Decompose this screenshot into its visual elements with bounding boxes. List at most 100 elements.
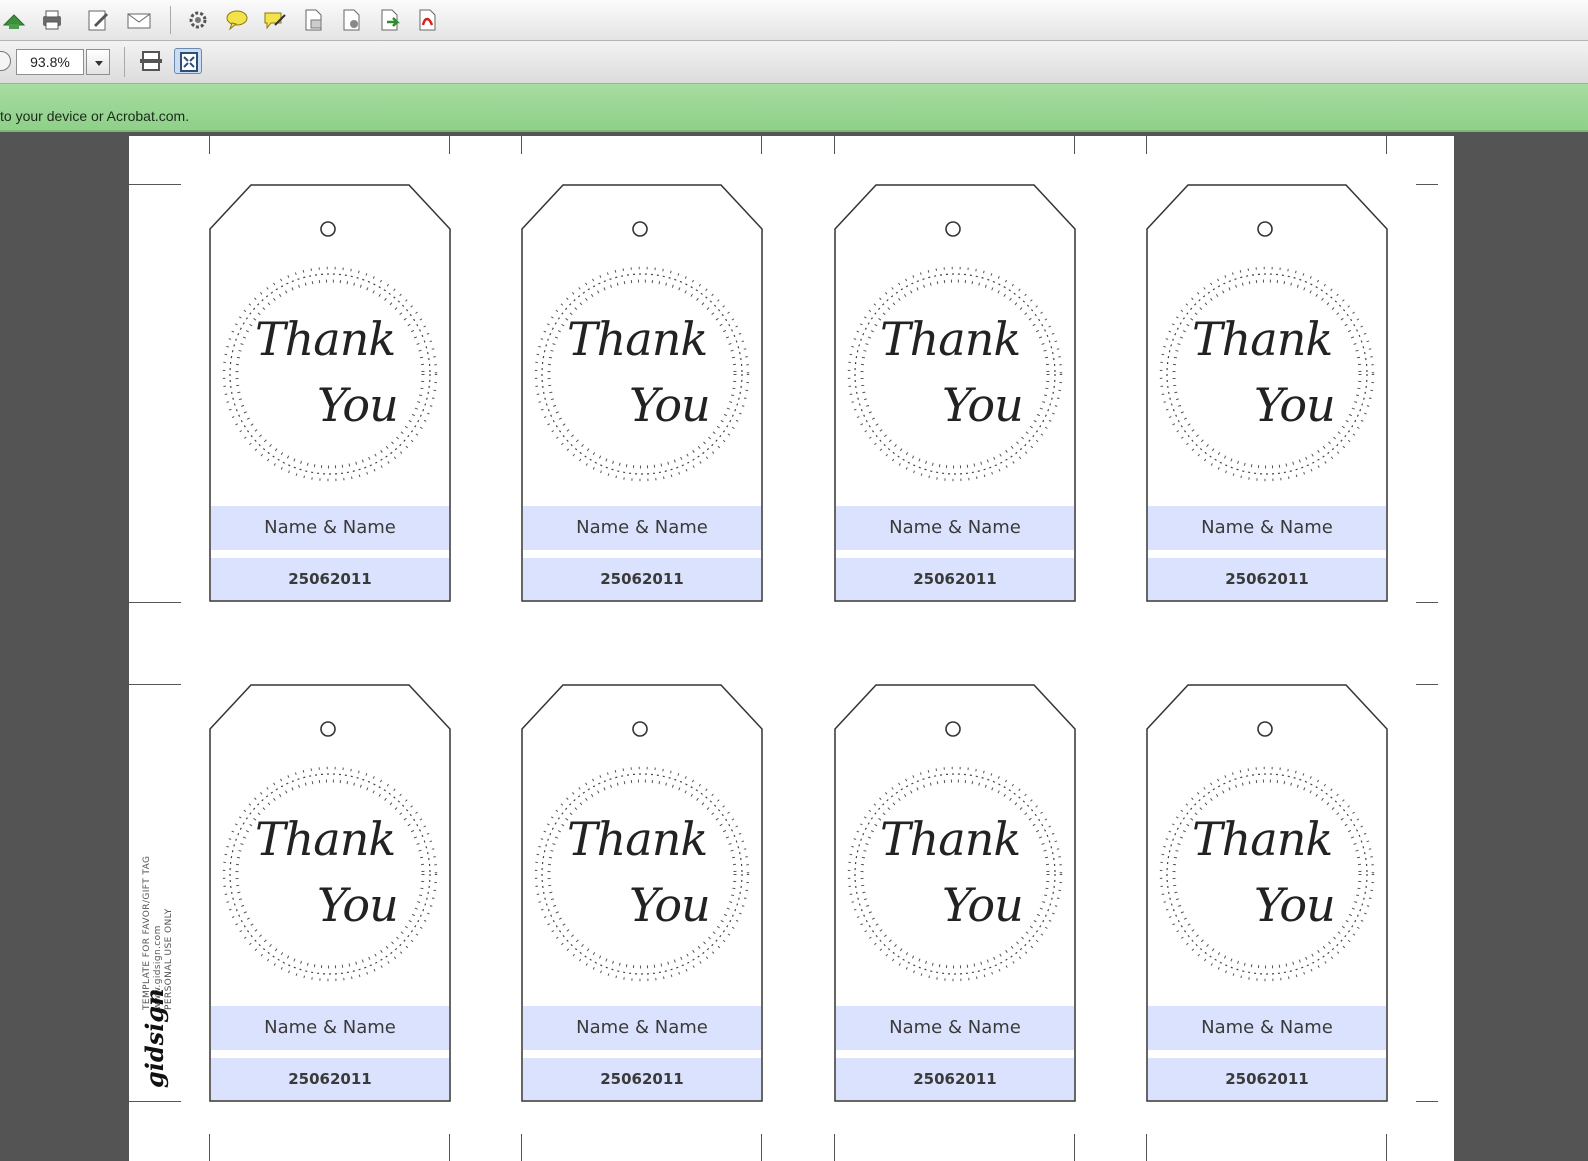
zoom-input[interactable]: 93.8% bbox=[16, 49, 84, 75]
main-toolbar bbox=[0, 0, 1588, 41]
gift-tag: Thank You Name & Name 25062011 bbox=[209, 684, 451, 1102]
crop-mark bbox=[1386, 136, 1387, 154]
crop-mark bbox=[1416, 184, 1438, 185]
date-field: 25062011 bbox=[836, 1058, 1074, 1100]
sign-icon[interactable] bbox=[261, 7, 289, 33]
crop-mark bbox=[209, 136, 210, 154]
fit-page-icon[interactable] bbox=[174, 48, 202, 74]
thank-text: Thank bbox=[1192, 312, 1333, 366]
names-field: Name & Name bbox=[836, 506, 1074, 550]
you-text: You bbox=[1254, 878, 1336, 932]
names-field: Name & Name bbox=[1148, 506, 1386, 550]
crop-mark bbox=[1146, 136, 1147, 154]
crop-mark bbox=[521, 136, 522, 154]
you-text: You bbox=[317, 378, 399, 432]
settings-icon[interactable] bbox=[184, 7, 212, 33]
crop-mark bbox=[761, 136, 762, 154]
gift-tag: Thank You Name & Name 25062011 bbox=[834, 684, 1076, 1102]
brand-logo: gidsign bbox=[140, 988, 169, 1088]
names-field: Name & Name bbox=[211, 1006, 449, 1050]
gift-tag: Thank You Name & Name 25062011 bbox=[521, 684, 763, 1102]
you-text: You bbox=[1254, 378, 1336, 432]
crop-mark bbox=[1074, 136, 1075, 154]
date-field: 25062011 bbox=[211, 1058, 449, 1100]
date-field: 25062011 bbox=[523, 1058, 761, 1100]
zoom-dropdown-button[interactable] bbox=[86, 49, 110, 75]
date-field: 25062011 bbox=[1148, 558, 1386, 600]
pdf-page: Thank You Name & Name 25062011 Thank You… bbox=[129, 136, 1454, 1161]
you-text: You bbox=[317, 878, 399, 932]
thank-text: Thank bbox=[1192, 812, 1333, 866]
wreath-icon bbox=[534, 766, 750, 982]
zoom-out-icon[interactable] bbox=[0, 51, 11, 71]
gift-tag: Thank You Name & Name 25062011 bbox=[1146, 684, 1388, 1102]
date-field: 25062011 bbox=[523, 558, 761, 600]
chevron-down-icon bbox=[95, 61, 103, 66]
thank-text: Thank bbox=[880, 812, 1021, 866]
you-text: You bbox=[942, 878, 1024, 932]
you-text: You bbox=[629, 878, 711, 932]
crop-mark bbox=[834, 136, 835, 154]
thank-text: Thank bbox=[255, 312, 396, 366]
crop-mark bbox=[1146, 1134, 1147, 1161]
date-field: 25062011 bbox=[211, 558, 449, 600]
crop-mark bbox=[521, 1134, 522, 1161]
crop-mark bbox=[449, 1134, 450, 1161]
template-note-line: www.gidsign.com bbox=[153, 925, 163, 1010]
document-icon[interactable] bbox=[299, 7, 327, 33]
print-icon[interactable] bbox=[38, 7, 66, 33]
share-icon[interactable] bbox=[0, 7, 28, 33]
date-field: 25062011 bbox=[836, 558, 1074, 600]
edit-icon[interactable] bbox=[84, 7, 112, 33]
gift-tag: Thank You Name & Name 25062011 bbox=[209, 184, 451, 602]
crop-mark bbox=[1416, 684, 1438, 685]
thank-text: Thank bbox=[880, 312, 1021, 366]
crop-mark bbox=[129, 602, 181, 603]
names-field: Name & Name bbox=[523, 506, 761, 550]
template-note: TEMPLATE FOR FAVOR/GIFT TAG www.gidsign.… bbox=[142, 856, 175, 1010]
fit-width-icon[interactable] bbox=[137, 48, 165, 74]
crop-mark bbox=[1386, 1134, 1387, 1161]
crop-mark bbox=[129, 1101, 181, 1102]
you-text: You bbox=[629, 378, 711, 432]
toolbar-divider bbox=[170, 6, 171, 34]
thank-text: Thank bbox=[567, 312, 708, 366]
wreath-icon bbox=[1159, 766, 1375, 982]
names-field: Name & Name bbox=[211, 506, 449, 550]
crop-mark bbox=[209, 1134, 210, 1161]
pdf-icon[interactable] bbox=[413, 7, 441, 33]
toolbar-divider bbox=[124, 47, 125, 77]
thank-text: Thank bbox=[255, 812, 396, 866]
crop-mark bbox=[129, 184, 181, 185]
names-field: Name & Name bbox=[836, 1006, 1074, 1050]
wreath-icon bbox=[534, 266, 750, 482]
date-field: 25062011 bbox=[1148, 1058, 1386, 1100]
gift-tag: Thank You Name & Name 25062011 bbox=[834, 184, 1076, 602]
names-field: Name & Name bbox=[1148, 1006, 1386, 1050]
wreath-icon bbox=[222, 766, 438, 982]
wreath-icon bbox=[222, 266, 438, 482]
notification-bar: to your device or Acrobat.com. bbox=[0, 84, 1588, 132]
export-icon[interactable] bbox=[375, 7, 403, 33]
you-text: You bbox=[942, 378, 1024, 432]
notification-text: to your device or Acrobat.com. bbox=[0, 108, 190, 124]
crop-mark bbox=[1074, 1134, 1075, 1161]
gift-tag: Thank You Name & Name 25062011 bbox=[521, 184, 763, 602]
view-toolbar: 93.8% bbox=[0, 41, 1588, 84]
comment-icon[interactable] bbox=[223, 7, 251, 33]
wreath-icon bbox=[1159, 266, 1375, 482]
crop-mark bbox=[1416, 602, 1438, 603]
gift-tag: Thank You Name & Name 25062011 bbox=[1146, 184, 1388, 602]
crop-mark bbox=[1416, 1101, 1438, 1102]
wreath-icon bbox=[847, 266, 1063, 482]
crop-mark bbox=[129, 684, 181, 685]
crop-mark bbox=[834, 1134, 835, 1161]
crop-mark bbox=[449, 136, 450, 154]
template-note-line: TEMPLATE FOR FAVOR/GIFT TAG bbox=[142, 855, 152, 1010]
email-icon[interactable] bbox=[125, 7, 153, 33]
wreath-icon bbox=[847, 766, 1063, 982]
thank-text: Thank bbox=[567, 812, 708, 866]
document-settings-icon[interactable] bbox=[337, 7, 365, 33]
names-field: Name & Name bbox=[523, 1006, 761, 1050]
crop-mark bbox=[761, 1134, 762, 1161]
